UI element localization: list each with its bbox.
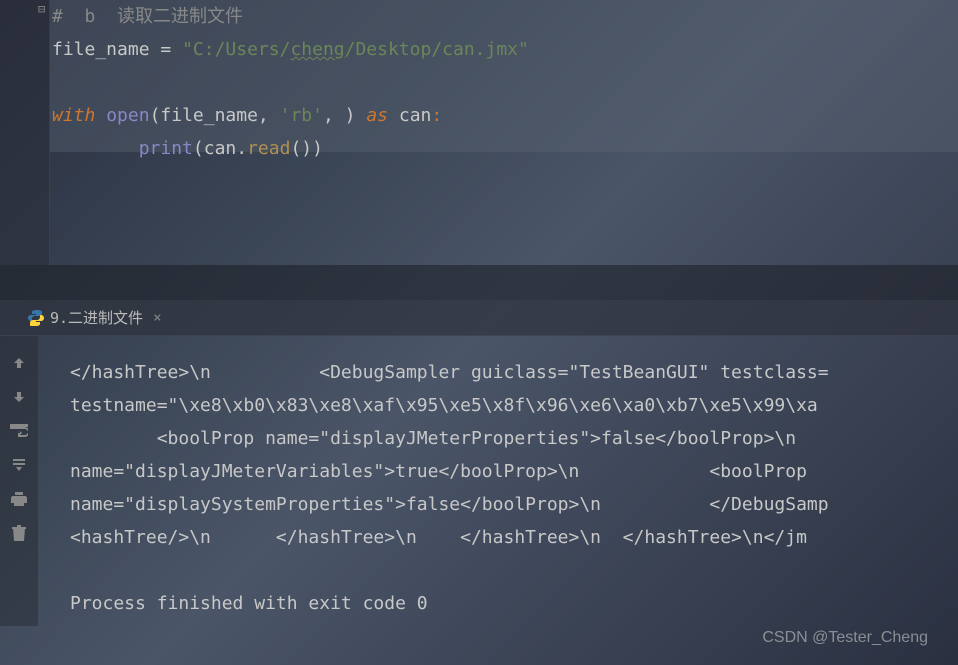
- python-icon: [28, 310, 44, 326]
- variable-name: file_name: [52, 39, 150, 60]
- open-args-post: , ): [323, 105, 366, 126]
- console-pane: </hashTree>\n <DebugSampler guiclass="Te…: [0, 336, 958, 626]
- editor-pane: ⊟ # b 读取二进制文件 file_name = "C:/Users/chen…: [0, 0, 958, 265]
- rb-string: 'rb': [280, 105, 323, 126]
- arrow-down-icon[interactable]: [10, 388, 28, 406]
- console-output[interactable]: </hashTree>\n <DebugSampler guiclass="Te…: [38, 336, 958, 626]
- console-line: <hashTree/>\n </hashTree>\n </hashTree>\…: [70, 521, 958, 554]
- open-args-pre: (file_name,: [150, 105, 280, 126]
- pane-splitter[interactable]: [0, 265, 958, 300]
- scroll-to-end-icon[interactable]: [10, 456, 28, 474]
- editor-gutter: ⊟: [0, 0, 50, 265]
- print-func: print: [139, 138, 193, 159]
- console-line: name="displaySystemProperties">false</bo…: [70, 488, 958, 521]
- open-func: open: [106, 105, 149, 126]
- console-line: name="displayJMeterVariables">true</bool…: [70, 455, 958, 488]
- assign-op: =: [150, 39, 183, 60]
- soft-wrap-icon[interactable]: [10, 422, 28, 440]
- watermark-text: CSDN @Tester_Cheng: [762, 629, 928, 647]
- code-editor[interactable]: # b 读取二进制文件 file_name = "C:/Users/cheng/…: [50, 0, 958, 265]
- console-gutter: [0, 336, 38, 626]
- comment-text: # b 读取二进制文件: [52, 6, 243, 27]
- print-arg-pre: (can.: [193, 138, 247, 159]
- string-literal: "C:/Users/cheng/Desktop/can.jmx": [182, 39, 529, 60]
- trash-icon[interactable]: [10, 524, 28, 542]
- can-var: can: [388, 105, 431, 126]
- colon: :: [431, 105, 442, 126]
- console-line: <boolProp name="displayJMeterProperties"…: [70, 422, 958, 455]
- print-arg-post: ()): [290, 138, 323, 159]
- print-icon[interactable]: [10, 490, 28, 508]
- fold-marker-icon[interactable]: ⊟: [38, 2, 45, 16]
- console-line: testname="\xe8\xb0\x83\xe8\xaf\x95\xe5\x…: [70, 389, 958, 422]
- close-icon[interactable]: ×: [153, 310, 161, 326]
- console-line: [70, 554, 958, 587]
- read-method: read: [247, 138, 290, 159]
- indent: [52, 138, 139, 159]
- console-tab-bar: 9.二进制文件 ×: [0, 300, 958, 336]
- tab-label: 9.二进制文件: [50, 307, 143, 328]
- console-line: Process finished with exit code 0: [70, 587, 958, 620]
- console-line: </hashTree>\n <DebugSampler guiclass="Te…: [70, 356, 958, 389]
- console-tab[interactable]: 9.二进制文件 ×: [20, 307, 170, 328]
- with-keyword: with: [52, 105, 95, 126]
- arrow-up-icon[interactable]: [10, 354, 28, 372]
- as-keyword: as: [366, 105, 388, 126]
